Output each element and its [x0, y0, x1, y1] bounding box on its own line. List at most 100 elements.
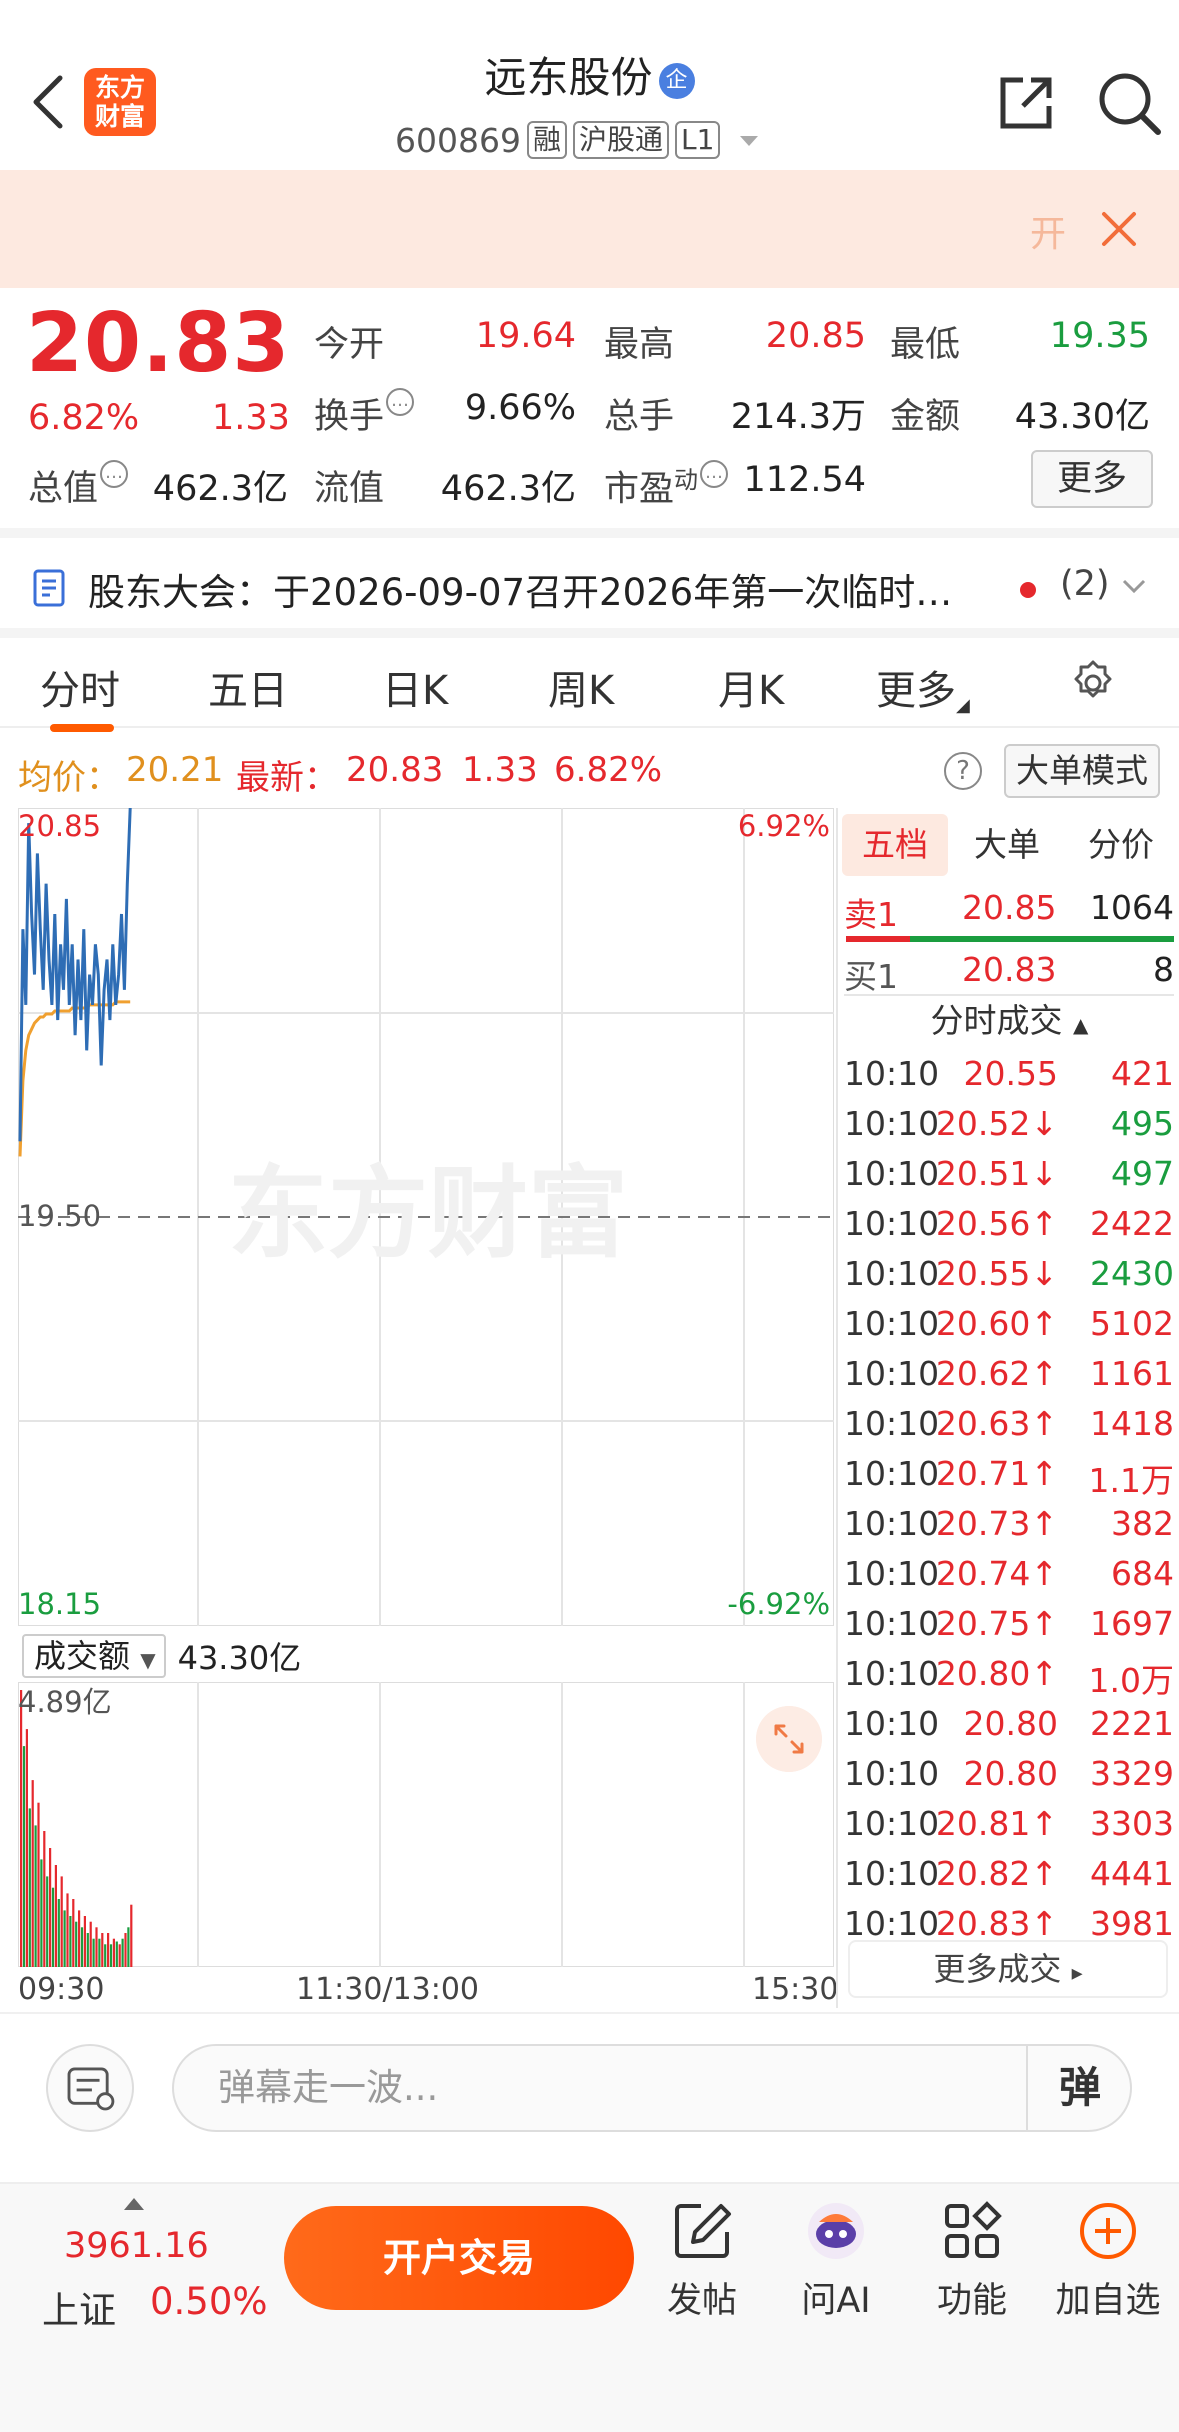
chevron-right-icon: ▸ [1071, 1961, 1083, 1986]
volume-bar [112, 1938, 115, 1967]
comment-bar: 弹幕走一波... 弹 [0, 2012, 1179, 2152]
trade-volume: 495 [1111, 1104, 1174, 1143]
stock-name: 远东股份 [484, 53, 653, 102]
trade-time: 10:10 [844, 1154, 940, 1193]
trade-price: 20.80↑ [935, 1654, 1058, 1693]
search-icon[interactable] [1096, 70, 1162, 136]
tab-more[interactable]: 更多◢ [876, 658, 970, 716]
trade-time: 10:10 [844, 1304, 940, 1343]
trade-price: 20.81↑ [935, 1804, 1058, 1843]
up-arrow-icon [124, 2198, 144, 2210]
tab-more-label: 更多 [876, 668, 956, 714]
trades-title[interactable]: 分时成交 ▲ [838, 994, 1179, 1042]
trade-row: 10:10 20.51↓ 497 [844, 1154, 1174, 1204]
tab-weekly-k[interactable]: 周K [548, 658, 614, 716]
float-value: 462.3亿 [440, 469, 576, 509]
volume-metric-label: 成交额 [34, 1637, 131, 1675]
trade-row: 10:10 20.81↑ 3303 [844, 1804, 1174, 1854]
add-watchlist-button[interactable]: 加自选 [1048, 2200, 1168, 2340]
expand-icon[interactable] [756, 1706, 822, 1772]
bottom-toolbar: 3961.16 上证 0.50% 开户交易 发帖 问AI 功能 加自选 [0, 2182, 1179, 2432]
danmu-input[interactable]: 弹幕走一波... [172, 2044, 1132, 2132]
volume-chart[interactable]: 4.89亿 [18, 1682, 834, 1967]
intraday-chart[interactable]: 东方财富 20.85 19.50 18.15 6.92% -6.92% [18, 808, 834, 1626]
volume-bar [101, 1933, 104, 1967]
volume-bar [63, 1910, 66, 1967]
document-icon [33, 569, 65, 607]
index-name[interactable]: 上证 [42, 2280, 116, 2334]
volume-metric-dropdown[interactable]: 成交额 ▼ [22, 1634, 166, 1678]
promo-banner[interactable]: 开 [0, 170, 1179, 288]
share-icon[interactable] [995, 72, 1057, 134]
tab-order-book[interactable]: 五档 [842, 814, 948, 876]
close-icon[interactable] [1098, 208, 1140, 250]
chevron-down-icon[interactable] [1120, 576, 1148, 596]
functions-label: 功能 [936, 2281, 1007, 2321]
trade-volume: 497 [1111, 1154, 1174, 1193]
trade-row: 10:10 20.55 421 [844, 1054, 1174, 1104]
trade-row: 10:10 20.73↑ 382 [844, 1504, 1174, 1554]
more-button[interactable]: 更多 [1031, 450, 1153, 508]
watermark-text: 东方财富 [228, 1155, 628, 1272]
tab-big-orders[interactable]: 大单 [954, 814, 1060, 876]
help-icon[interactable]: ? [944, 752, 982, 790]
volume-bar [34, 1825, 37, 1967]
open-account-trade-button[interactable]: 开户交易 [284, 2206, 634, 2310]
danmu-send-button[interactable]: 弹 [1026, 2044, 1132, 2132]
danmu-settings-icon[interactable] [46, 2044, 134, 2132]
volume-bar [89, 1921, 92, 1967]
ask-ai-button[interactable]: 问AI [776, 2200, 896, 2340]
volume-bar [25, 1729, 28, 1967]
volume-bar [130, 1904, 133, 1967]
more-trades-button[interactable]: 更多成交 ▸ [848, 1940, 1168, 1998]
index-change[interactable]: 0.50% [150, 2280, 268, 2323]
index-value[interactable]: 3961.16 [64, 2226, 209, 2266]
trade-time: 10:10 [844, 1554, 940, 1593]
trade-time: 10:10 [844, 1354, 940, 1393]
trade-row: 10:10 20.80↑ 1.0万 [844, 1654, 1174, 1704]
volume-bar [98, 1938, 101, 1967]
dropdown-triangle-icon[interactable] [734, 130, 764, 150]
change-amount: 1.33 [212, 398, 290, 438]
bid-ratio-fill [846, 936, 910, 942]
tab-price-distribution[interactable]: 分价 [1066, 814, 1176, 876]
big-order-mode-button[interactable]: 大单模式 [1004, 744, 1160, 798]
trade-price: 20.80 [963, 1704, 1058, 1743]
volume-bar [72, 1899, 75, 1967]
stock-code-row[interactable]: 600869 融 沪股通 L1 [395, 118, 764, 162]
margin-tag: 融 [526, 121, 567, 159]
trade-price: 20.62↑ [935, 1354, 1058, 1393]
post-button[interactable]: 发帖 [642, 2200, 762, 2340]
functions-button[interactable]: 功能 [912, 2200, 1032, 2340]
trade-volume: 2430 [1090, 1254, 1174, 1293]
buy1-label: 买1 [844, 957, 898, 996]
pct-top-label: 6.92% [738, 809, 830, 843]
volume-bar [49, 1848, 52, 1967]
active-tab-indicator [50, 724, 114, 732]
info-icon[interactable]: … [700, 460, 729, 488]
buy1-price: 20.83 [962, 950, 1057, 989]
volume-value: 214.3万 [730, 397, 866, 437]
trade-price: 20.74↑ [935, 1554, 1058, 1593]
gear-icon[interactable] [1068, 658, 1118, 708]
time-mid-label: 11:30/13:00 [296, 1972, 480, 2007]
tab-monthly-k[interactable]: 月K [718, 658, 784, 716]
latest-value: 20.83 [346, 750, 444, 790]
info-icon[interactable]: … [386, 388, 415, 416]
turnover-value: 9.66% [464, 388, 576, 428]
mktcap-label-text: 总值 [28, 469, 99, 509]
volume-bar [115, 1941, 118, 1967]
avg-value: 20.21 [126, 750, 224, 790]
pe-value: 112.54 [743, 460, 866, 500]
tab-five-day[interactable]: 五日 [208, 658, 288, 716]
trade-volume: 1.1万 [1088, 1461, 1174, 1500]
sell1-row: 卖1 20.85 1064 [844, 882, 1174, 934]
logo-line-2: 财富 [94, 102, 145, 131]
notice-bar[interactable]: 股东大会：于2026-09-07召开2026年第一次临时… (2) [0, 528, 1179, 628]
info-icon[interactable]: … [100, 460, 129, 488]
volume-bar [66, 1893, 69, 1967]
volume-bar [109, 1944, 113, 1967]
tab-intraday[interactable]: 分时 [40, 658, 120, 716]
trade-time: 10:10 [844, 1904, 940, 1943]
tab-daily-k[interactable]: 日K [382, 658, 448, 716]
